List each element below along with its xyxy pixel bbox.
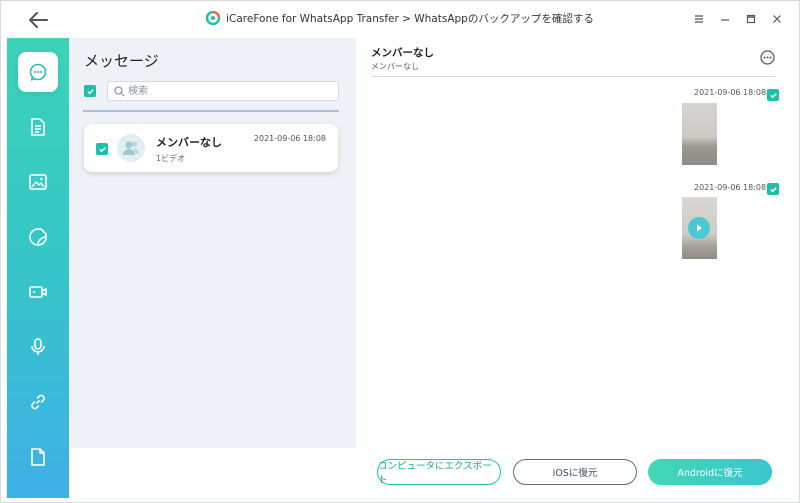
sidebar-item-stickers[interactable]	[18, 217, 58, 257]
chat-date: 2021-09-06 18:08	[253, 134, 326, 143]
list-title: メッセージ	[84, 52, 159, 70]
image-message-thumbnail[interactable]	[682, 103, 717, 165]
action-bar: コンピュータにエクスポート iOSに復元 Androidに復元	[69, 448, 799, 498]
more-options-icon[interactable]	[760, 50, 775, 65]
restore-to-ios-button[interactable]: iOSに復元	[513, 459, 637, 485]
message-checkbox[interactable]	[767, 183, 779, 195]
chat-bubble-icon	[29, 63, 47, 81]
video-message-thumbnail[interactable]	[682, 197, 717, 259]
conversation-subtitle: メンバーなし	[371, 62, 419, 71]
sidebar-item-photos[interactable]	[18, 162, 58, 202]
close-icon[interactable]	[771, 11, 783, 25]
image-icon	[29, 174, 47, 190]
restore-to-android-button[interactable]: Androidに復元	[648, 459, 772, 485]
search-icon	[114, 86, 125, 97]
message-date: 2021-09-06 18:08	[694, 183, 767, 192]
app-window: iCareFone for WhatsApp Transfer > WhatsA…	[0, 0, 800, 503]
sticker-icon	[29, 228, 47, 246]
sidebar-item-documents[interactable]	[18, 107, 58, 147]
file-icon	[31, 448, 45, 466]
menu-icon[interactable]	[693, 11, 705, 25]
window-title-area: iCareFone for WhatsApp Transfer > WhatsA…	[1, 10, 799, 26]
maximize-icon[interactable]	[745, 11, 757, 25]
category-sidebar	[7, 38, 69, 498]
microphone-icon	[31, 338, 45, 355]
play-icon[interactable]	[688, 217, 710, 239]
chat-checkbox[interactable]	[96, 143, 108, 155]
chat-list-item[interactable]: メンバーなし 1ビデオ 2021-09-06 18:08	[84, 124, 338, 172]
window-title: iCareFone for WhatsApp Transfer > WhatsA…	[226, 13, 594, 25]
document-icon	[31, 118, 45, 136]
message-date: 2021-09-06 18:08	[694, 88, 767, 97]
group-avatar-icon	[117, 134, 145, 162]
link-icon	[31, 394, 45, 410]
conversation-title: メンバーなし	[371, 47, 434, 59]
sidebar-item-audio[interactable]	[18, 327, 58, 367]
sidebar-item-links[interactable]	[18, 382, 58, 422]
title-bar: iCareFone for WhatsApp Transfer > WhatsA…	[1, 1, 799, 38]
export-to-computer-button[interactable]: コンピュータにエクスポート	[377, 459, 501, 486]
search-input[interactable]	[128, 84, 328, 98]
conversation-divider	[371, 76, 776, 77]
window-controls	[693, 11, 783, 25]
list-divider	[83, 110, 339, 112]
select-all-checkbox[interactable]	[84, 85, 96, 97]
sidebar-item-messages[interactable]	[18, 52, 58, 92]
video-icon	[29, 286, 47, 298]
chat-subtitle: 1ビデオ	[156, 154, 186, 163]
message-list-panel: メッセージ メンバーなし 1ビデオ 2021-09-06 18:08	[69, 38, 356, 448]
minimize-icon[interactable]	[719, 11, 731, 25]
sidebar-item-files[interactable]	[18, 437, 58, 477]
app-logo-icon	[205, 10, 221, 26]
conversation-panel: メンバーなし メンバーなし 2021-09-06 18:08 2021-09-0…	[356, 38, 799, 448]
message-checkbox[interactable]	[767, 89, 779, 101]
search-box	[107, 81, 339, 101]
chat-name: メンバーなし	[156, 136, 222, 149]
sidebar-item-videos[interactable]	[18, 272, 58, 312]
